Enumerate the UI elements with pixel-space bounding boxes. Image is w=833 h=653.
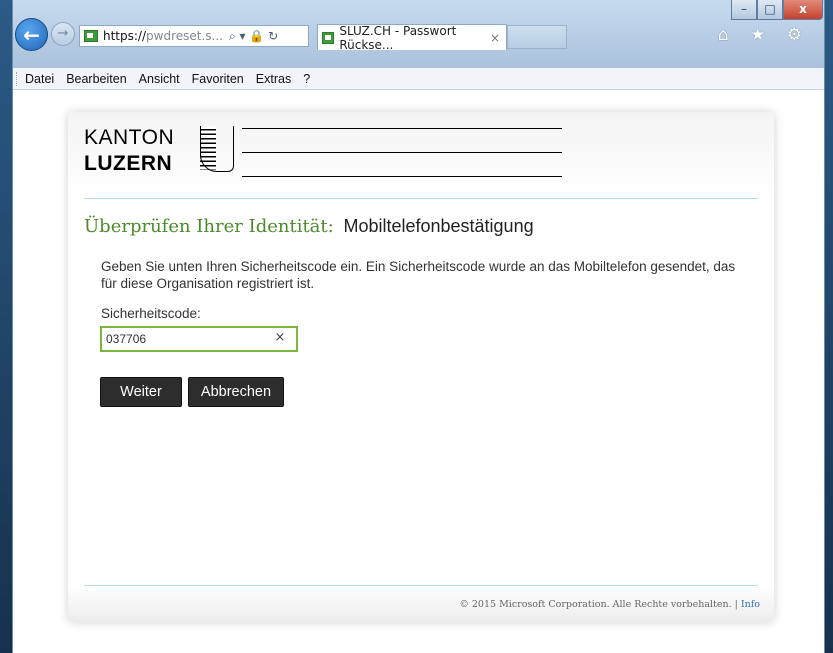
forward-arrow-icon[interactable]: →	[51, 22, 75, 46]
menu-item-favoriten[interactable]: Favoriten	[192, 72, 244, 86]
menu-grip	[16, 71, 19, 86]
minimize-button[interactable]: –	[731, 0, 757, 20]
panel-header: KANTON LUZERN	[68, 112, 774, 200]
tab-close-icon[interactable]: ×	[490, 31, 500, 45]
maximize-button[interactable]: □	[757, 0, 783, 20]
site-favicon-icon	[84, 30, 98, 42]
clear-input-icon[interactable]: ×	[272, 330, 288, 345]
security-code-input[interactable]	[100, 326, 298, 352]
page-title-main: Überprüfen Ihrer Identität:	[84, 216, 334, 237]
tab-active[interactable]: SLUZ.CH - Passwort Rückse... ×	[317, 23, 507, 52]
security-code-label: Sicherheitscode:	[101, 306, 201, 321]
menu-item-datei[interactable]: Datei	[25, 72, 54, 86]
header-divider	[84, 198, 758, 199]
menu-item-help[interactable]: ?	[303, 72, 310, 86]
copyright-text: © 2015 Microsoft Corporation. Alle Recht…	[459, 599, 732, 610]
page-title-sub: Mobiltelefonbestätigung	[343, 216, 534, 236]
logo-rule	[242, 176, 562, 177]
instruction-text: Geben Sie unten Ihren Sicherheitscode ei…	[101, 259, 736, 291]
panel-footer: © 2015 Microsoft Corporation. Alle Recht…	[68, 586, 774, 622]
address-bar[interactable]: https:// pwdreset.s... ⌕ ▾ 🔒 ↻	[79, 25, 309, 47]
footer-text: © 2015 Microsoft Corporation. Alle Recht…	[459, 599, 760, 610]
close-window-button[interactable]: x	[783, 0, 823, 20]
address-host: pwdreset.s...	[146, 29, 223, 43]
footer-separator: |	[734, 599, 738, 610]
browser-window: – □ x ← → https:// pwdreset.s... ⌕ ▾ 🔒 ↻…	[12, 0, 825, 653]
tab-favicon-icon	[322, 31, 335, 44]
home-favorites-tools-icons[interactable]: ⌂ ★ ⚙	[718, 25, 810, 45]
cancel-button[interactable]: Abbrechen	[188, 377, 284, 407]
address-actions-icons[interactable]: ⌕ ▾ 🔒 ↻	[229, 29, 278, 44]
back-arrow-icon[interactable]: ←	[15, 18, 48, 51]
logo-rule	[242, 128, 562, 129]
new-tab-button[interactable]	[507, 25, 567, 49]
tab-title: SLUZ.CH - Passwort Rückse...	[339, 23, 457, 52]
page-content: KANTON LUZERN Überprüfen Ihrer Identität…	[13, 90, 824, 653]
login-panel: KANTON LUZERN Überprüfen Ihrer Identität…	[68, 112, 774, 622]
menu-bar: Datei Bearbeiten Ansicht Favoriten Extra…	[13, 68, 824, 90]
menu-item-extras[interactable]: Extras	[256, 72, 291, 86]
kanton-luzern-logo: KANTON LUZERN	[84, 124, 564, 186]
info-link[interactable]: Info	[741, 599, 760, 610]
continue-button[interactable]: Weiter	[100, 377, 182, 407]
logo-text-luzern: LUZERN	[84, 152, 173, 175]
page-title: Überprüfen Ihrer Identität: Mobiltelefon…	[84, 216, 534, 237]
menu-item-bearbeiten[interactable]: Bearbeiten	[66, 72, 126, 86]
browser-frame: – □ x ← → https:// pwdreset.s... ⌕ ▾ 🔒 ↻…	[13, 0, 824, 68]
address-protocol: https://	[103, 29, 147, 43]
menu-item-ansicht[interactable]: Ansicht	[139, 72, 180, 86]
logo-text-kanton: KANTON	[84, 126, 175, 149]
logo-rule	[242, 152, 562, 153]
crest-shield-icon	[200, 126, 234, 172]
desktop-left-edge	[0, 0, 12, 653]
